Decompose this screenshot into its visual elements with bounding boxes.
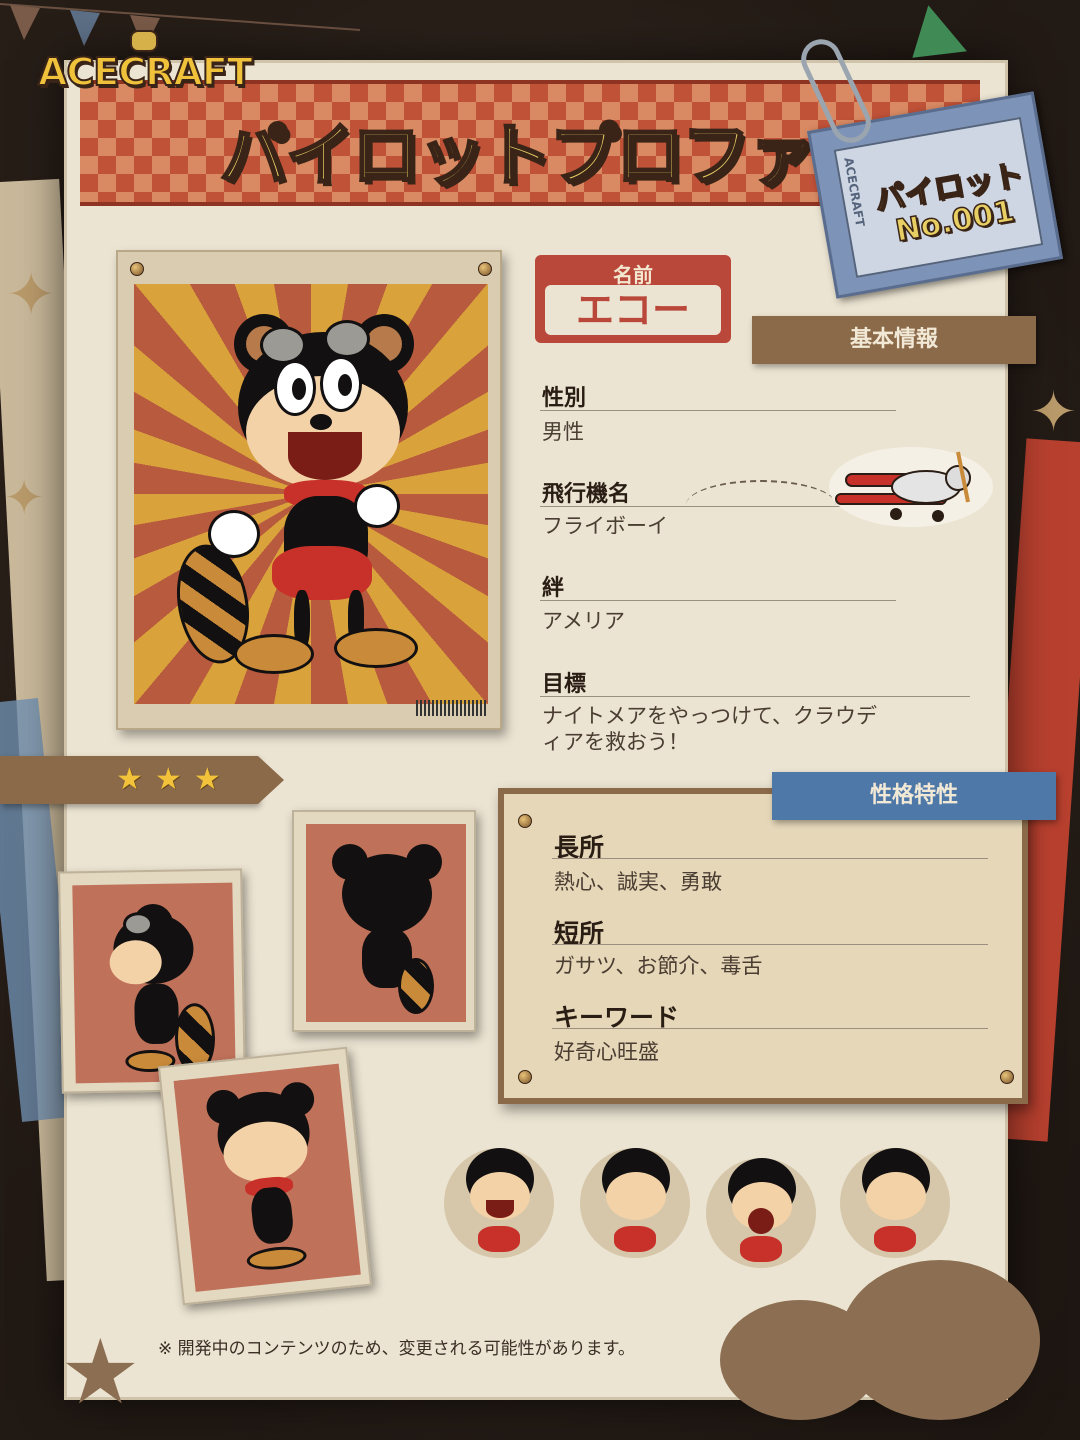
trait-value-weaknesses: ガサツ、お節介、毒舌 xyxy=(554,954,763,978)
personality-card: 長所 熱心、誠実、勇敢 短所 ガサツ、お節介、毒舌 キーワード 好奇心旺盛 xyxy=(498,788,1028,1104)
name-plate: 名前 エコー xyxy=(535,255,731,343)
divider xyxy=(540,410,896,411)
pin-icon xyxy=(1000,1070,1014,1084)
star-icon: ★ xyxy=(154,762,182,797)
divider xyxy=(552,858,988,859)
pilot-portrait-image xyxy=(134,284,488,704)
field-value-bond: アメリア xyxy=(542,609,625,633)
pose-photo-front xyxy=(157,1046,373,1306)
pin-icon xyxy=(478,262,492,276)
trait-value-keyword: 好奇心旺盛 xyxy=(554,1040,659,1064)
field-value-goal-line1: ナイトメアをやっつけて、クラウデ xyxy=(542,704,877,728)
field-label-gender: 性別 xyxy=(542,386,587,411)
star-decoration: ★ xyxy=(60,1320,141,1425)
pin-icon xyxy=(518,814,532,828)
star-icon: ★ xyxy=(116,762,143,797)
divider xyxy=(540,600,896,601)
pilot-portrait-poster xyxy=(116,250,502,730)
field-value-gender: 男性 xyxy=(542,420,584,444)
emote-angry xyxy=(580,1128,690,1278)
emote-thinking xyxy=(840,1128,950,1278)
divider xyxy=(540,696,970,697)
basic-info-ribbon: 基本情報 xyxy=(752,316,1036,364)
disclaimer-note: ※ 開発中のコンテンツのため、変更される可能性があります。 xyxy=(158,1339,635,1359)
divider xyxy=(552,1028,988,1029)
personality-ribbon: 性格特性 xyxy=(772,772,1056,820)
name-label: 名前 xyxy=(613,263,653,287)
rarity-ribbon: ★ ★ ★ xyxy=(0,756,284,804)
plane-icon xyxy=(829,447,993,527)
pin-icon xyxy=(518,1070,532,1084)
pose-photo-back xyxy=(292,810,476,1032)
emote-happy xyxy=(444,1128,554,1278)
barcode-icon xyxy=(416,700,488,716)
field-value-goal-line2: ィアを救おう！ xyxy=(542,730,689,754)
trait-value-strengths: 熱心、誠実、勇敢 xyxy=(554,870,722,894)
star-decoration: ✦ xyxy=(4,470,45,526)
field-label-goal: 目標 xyxy=(542,672,587,697)
pin-icon xyxy=(130,262,144,276)
cloud-decoration xyxy=(840,1260,1040,1420)
field-label-plane: 飛行機名 xyxy=(542,482,631,507)
dashed-flight-path xyxy=(686,480,836,530)
field-label-bond: 絆 xyxy=(542,576,565,601)
star-icon: ★ xyxy=(193,762,221,797)
pilot-name: エコー xyxy=(545,285,721,335)
field-value-plane: フライボーイ xyxy=(542,514,668,538)
star-decoration: ✦ xyxy=(1030,380,1077,445)
logo: ACECRAFT xyxy=(37,49,254,95)
pilot-character xyxy=(134,284,488,704)
emote-surprised xyxy=(706,1138,816,1288)
logo-key-icon xyxy=(130,30,158,52)
star-decoration: ✦ xyxy=(6,260,57,330)
divider xyxy=(552,944,988,945)
